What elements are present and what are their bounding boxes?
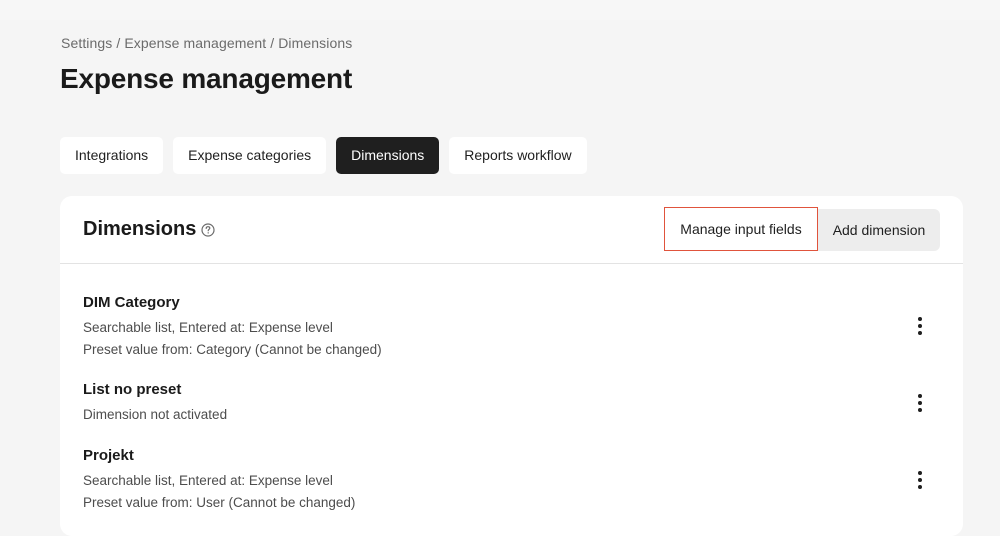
dimension-name: DIM Category: [83, 294, 180, 311]
page-title: Expense management: [60, 63, 353, 94]
manage-input-fields-button[interactable]: Manage input fields: [664, 207, 818, 251]
list-item-list-no-preset: List no preset Dimension not activated: [60, 353, 963, 422]
question-circle-icon[interactable]: [201, 223, 215, 237]
more-options-icon[interactable]: [912, 392, 928, 414]
card-title: Dimensions: [83, 218, 197, 240]
list-item-projekt: Projekt Searchable list, Entered at: Exp…: [60, 419, 963, 519]
more-options-icon[interactable]: [912, 315, 928, 337]
card-header: Dimensions Manage input fields Add dimen…: [60, 196, 963, 264]
dimension-name: Projekt: [83, 447, 134, 464]
breadcrumb: Settings / Expense management / Dimensio…: [61, 35, 353, 51]
top-strip: [0, 0, 1000, 20]
tab-dimensions[interactable]: Dimensions: [336, 137, 440, 174]
dimensions-card: Dimensions Manage input fields Add dimen…: [60, 196, 963, 536]
tab-reports-workflow[interactable]: Reports workflow: [449, 137, 587, 174]
dimension-name: List no preset: [83, 381, 182, 398]
dimension-preset: Preset value from: User (Cannot be chang…: [83, 495, 356, 510]
dimension-detail: Searchable list, Entered at: Expense lev…: [83, 320, 333, 335]
tab-integrations[interactable]: Integrations: [60, 137, 164, 174]
more-options-icon[interactable]: [912, 469, 928, 491]
tab-bar: Integrations Expense categories Dimensio…: [60, 137, 587, 174]
list-item-dim-category: DIM Category Searchable list, Entered at…: [60, 265, 963, 357]
dimension-detail: Searchable list, Entered at: Expense lev…: [83, 473, 333, 488]
tab-expense-categories[interactable]: Expense categories: [173, 137, 327, 174]
add-dimension-button[interactable]: Add dimension: [818, 209, 940, 251]
